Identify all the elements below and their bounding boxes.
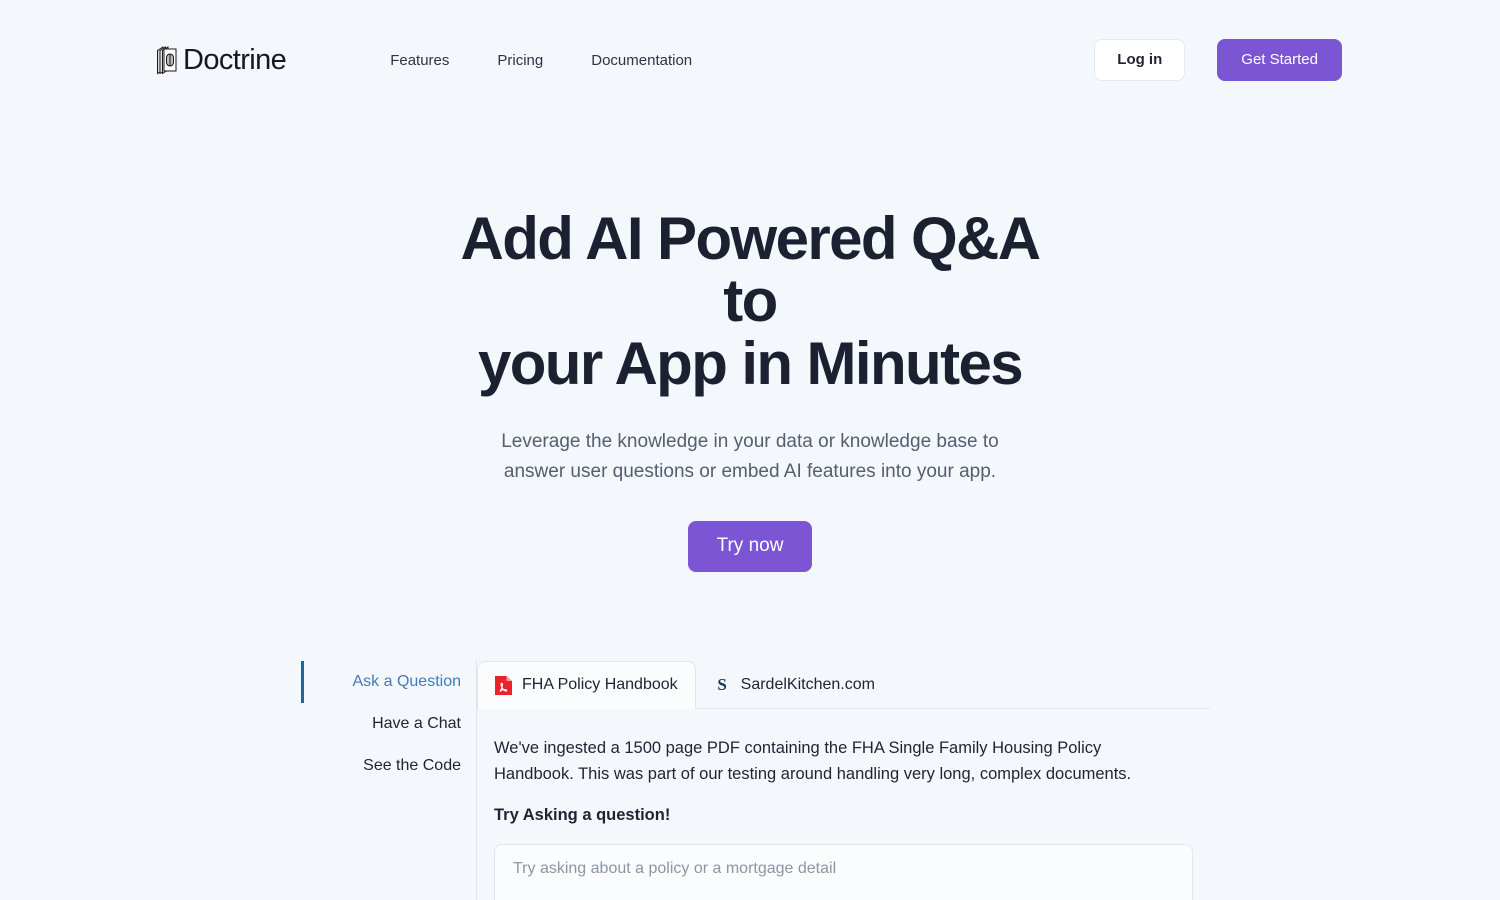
top-navigation-bar: Doctrine Features Pricing Documentation … <box>0 0 1500 120</box>
demo-tabbar: FHA Policy Handbook S SardelKitchen.com <box>477 660 1210 710</box>
nav-actions: Log in Get Started <box>1094 39 1342 81</box>
demo-panel-body: We've ingested a 1500 page PDF containin… <box>477 709 1210 900</box>
nav-link-features[interactable]: Features <box>366 44 473 77</box>
try-now-button[interactable]: Try now <box>687 521 813 573</box>
letter-s-icon: S <box>717 675 727 695</box>
primary-nav-links: Features Pricing Documentation <box>366 44 716 77</box>
log-in-button[interactable]: Log in <box>1094 39 1186 81</box>
demo-main-panel: FHA Policy Handbook S SardelKitchen.com … <box>477 660 1210 900</box>
hero-section: Add AI Powered Q&A to your App in Minute… <box>0 120 1500 573</box>
hero-title-line-1: Add AI Powered Q&A to <box>460 205 1041 335</box>
brand-name: Doctrine <box>183 43 287 76</box>
demo-description: We've ingested a 1500 page PDF containin… <box>494 739 1132 783</box>
sidebar-item-have-a-chat[interactable]: Have a Chat <box>302 703 476 745</box>
tab-label: SardelKitchen.com <box>740 675 875 693</box>
hero-title-line-2: your App in Minutes <box>477 329 1024 397</box>
question-input[interactable] <box>494 843 1193 900</box>
hero-subtitle-line-2: answer user questions or embed AI featur… <box>503 461 997 483</box>
hero-subtitle: Leverage the knowledge in your data or k… <box>455 427 1045 487</box>
demo-prompt-heading: Try Asking a question! <box>494 805 671 824</box>
nav-link-documentation[interactable]: Documentation <box>567 44 716 77</box>
pdf-file-icon <box>495 676 512 696</box>
hero-subtitle-line-1: Leverage the knowledge in your data or k… <box>501 431 999 453</box>
sidebar-item-see-the-code[interactable]: See the Code <box>302 745 476 787</box>
get-started-button[interactable]: Get Started <box>1217 39 1342 81</box>
tab-fha-policy-handbook[interactable]: FHA Policy Handbook <box>477 661 696 710</box>
sidebar-item-ask-a-question[interactable]: Ask a Question <box>301 661 476 704</box>
demo-widget: Ask a Question Have a Chat See the Code … <box>0 660 1500 900</box>
hero-cta-container: Try now <box>0 521 1500 573</box>
page-title: Add AI Powered Q&A to your App in Minute… <box>430 205 1070 397</box>
demo-sidebar: Ask a Question Have a Chat See the Code <box>301 660 477 900</box>
nav-link-pricing[interactable]: Pricing <box>473 44 567 77</box>
tab-label: FHA Policy Handbook <box>522 676 678 694</box>
brand-logo[interactable]: Doctrine <box>155 43 287 76</box>
tab-sardelkitchen-com[interactable]: S SardelKitchen.com <box>696 660 893 709</box>
books-stack-icon <box>157 46 177 75</box>
